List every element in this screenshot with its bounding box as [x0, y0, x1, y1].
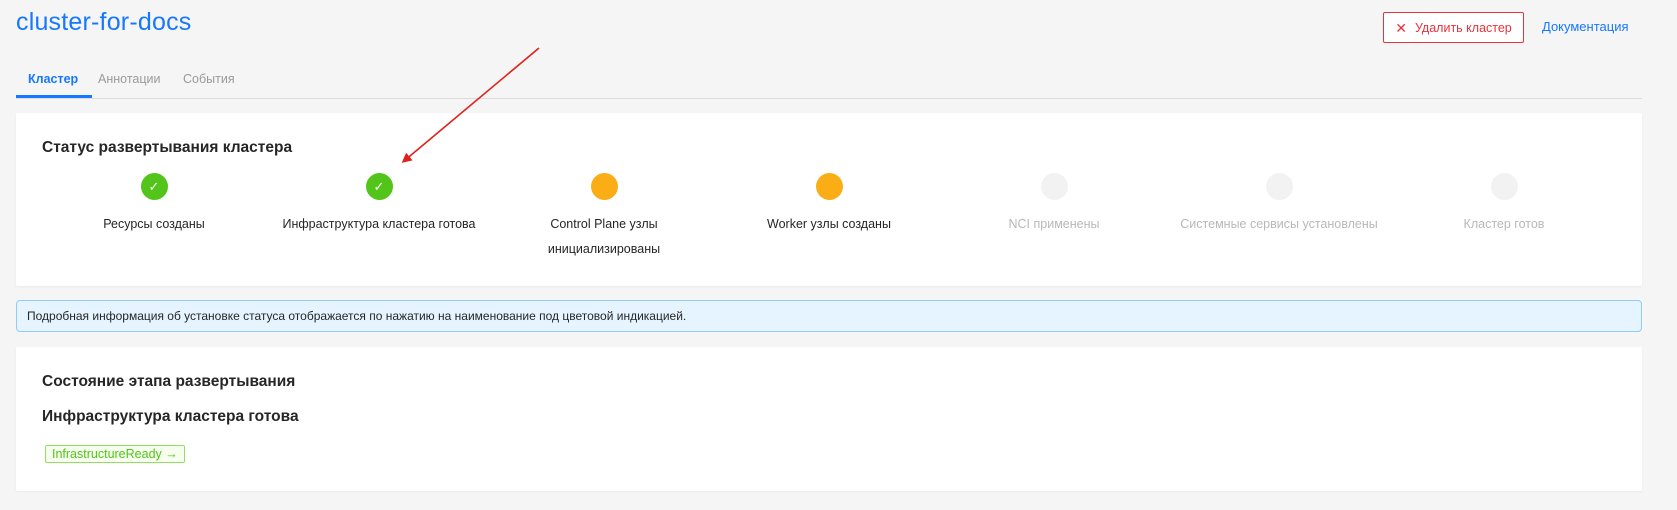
- stage-name: Инфраструктура кластера готова: [42, 408, 299, 425]
- tab-bar: Кластер Аннотации События: [16, 64, 1642, 99]
- step-pending-indicator: [1265, 173, 1293, 200]
- step-label-line-1: Control Plane узлы: [550, 217, 658, 231]
- step-pending-indicator: [1040, 173, 1068, 200]
- delete-cluster-label: Удалить кластер: [1414, 20, 1512, 35]
- step-system-services-installed: Системные сервисы установлены: [1169, 173, 1389, 237]
- step-infrastructure-ready: ✓ Инфраструктура кластера готова: [269, 173, 489, 237]
- page-title: cluster-for-docs: [16, 8, 192, 36]
- step-label[interactable]: Инфраструктура кластера готова: [269, 212, 489, 237]
- step-label[interactable]: NCI применены: [944, 212, 1164, 237]
- tab-cluster[interactable]: Кластер: [28, 72, 78, 86]
- check-icon: ✓: [373, 178, 385, 194]
- step-done-indicator: ✓: [140, 173, 168, 200]
- step-label[interactable]: Worker узлы созданы: [719, 212, 939, 237]
- step-in-progress-indicator: [590, 173, 618, 200]
- documentation-link[interactable]: Документация: [1542, 19, 1629, 34]
- step-cluster-ready: Кластер готов: [1394, 173, 1614, 237]
- deployment-status-card: Статус развертывания кластера ✓ Ресурсы …: [16, 113, 1642, 286]
- stage-state-card: Состояние этапа развертывания Инфраструк…: [16, 347, 1642, 491]
- step-nci-applied: NCI применены: [944, 173, 1164, 237]
- condition-tag-infrastructure-ready[interactable]: InfrastructureReady →: [45, 445, 185, 463]
- info-alert: Подробная информация об установке статус…: [16, 300, 1642, 332]
- active-tab-indicator: [16, 95, 92, 98]
- step-label[interactable]: Кластер готов: [1394, 212, 1614, 237]
- check-icon: ✓: [148, 178, 160, 194]
- step-in-progress-indicator: [815, 173, 843, 200]
- stage-state-title: Состояние этапа развертывания: [42, 373, 296, 390]
- step-label[interactable]: Control Plane узлы инициализированы: [494, 212, 714, 262]
- step-done-indicator: ✓: [365, 173, 393, 200]
- step-label-line-2: инициализированы: [547, 242, 661, 256]
- step-resources-created: ✓ Ресурсы созданы: [44, 173, 264, 237]
- tab-annotations[interactable]: Аннотации: [98, 72, 160, 86]
- step-label[interactable]: Ресурсы созданы: [44, 212, 264, 237]
- deployment-steps: ✓ Ресурсы созданы ✓ Инфраструктура класт…: [16, 113, 1642, 286]
- delete-cluster-button[interactable]: ✕ Удалить кластер: [1383, 12, 1524, 43]
- step-pending-indicator: [1490, 173, 1518, 200]
- page-header: cluster-for-docs ✕ Удалить кластер Докум…: [16, 0, 1677, 60]
- step-worker-nodes-created: Worker узлы созданы: [719, 173, 939, 237]
- close-icon: ✕: [1395, 19, 1407, 36]
- tab-events[interactable]: События: [183, 72, 235, 86]
- step-label[interactable]: Системные сервисы установлены: [1169, 212, 1389, 237]
- step-control-plane-initialized: Control Plane узлы инициализированы: [494, 173, 714, 262]
